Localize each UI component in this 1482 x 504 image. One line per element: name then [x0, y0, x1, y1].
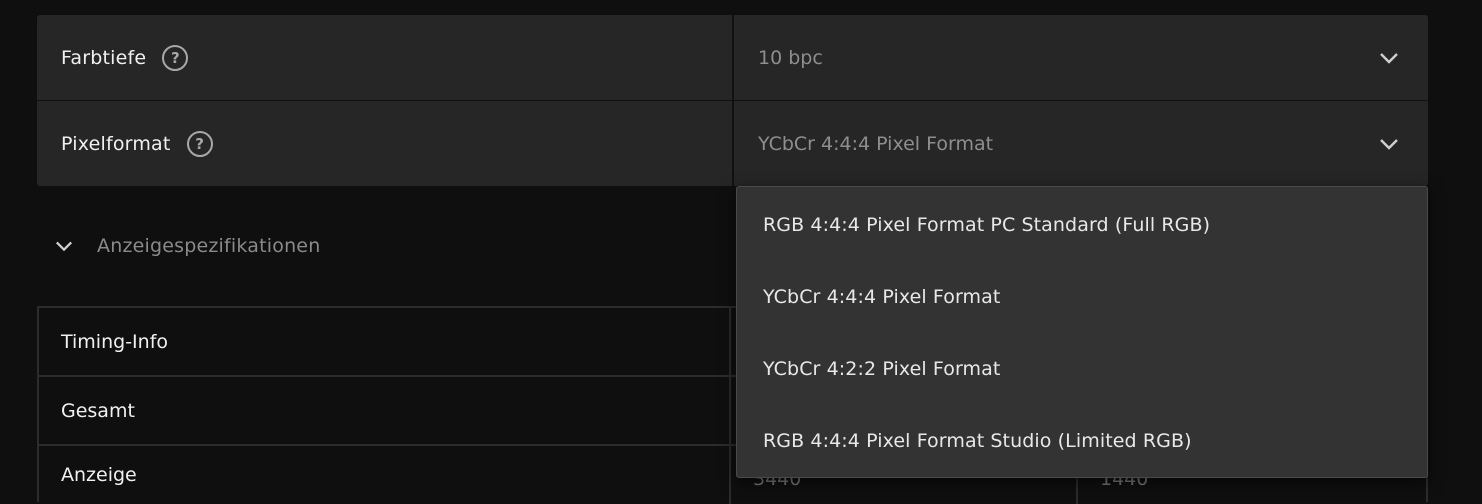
- chevron-down-icon: [55, 237, 73, 255]
- setting-label-cell: Farbtiefe ?: [37, 15, 734, 100]
- setting-row-pixel-format: Pixelformat ? YCbCr 4:4:4 Pixel Format: [37, 101, 1428, 186]
- dropdown-option-rgb-limited[interactable]: RGB 4:4:4 Pixel Format Studio (Limited R…: [737, 405, 1427, 477]
- display-settings-card: Farbtiefe ? 10 bpc Pixelformat ? YCbCr 4…: [37, 15, 1428, 186]
- pixel-format-dropdown-menu: RGB 4:4:4 Pixel Format PC Standard (Full…: [736, 186, 1428, 478]
- color-depth-select[interactable]: 10 bpc: [734, 15, 1428, 100]
- display-specs-label: Anzeigespezifikationen: [97, 235, 321, 257]
- setting-label-cell: Pixelformat ?: [37, 101, 734, 186]
- color-depth-value: 10 bpc: [758, 46, 823, 69]
- dropdown-option-ycbcr-422[interactable]: YCbCr 4:2:2 Pixel Format: [737, 333, 1427, 405]
- help-icon[interactable]: ?: [186, 130, 213, 157]
- pixel-format-select[interactable]: YCbCr 4:4:4 Pixel Format: [734, 101, 1428, 186]
- dropdown-option-ycbcr-444[interactable]: YCbCr 4:4:4 Pixel Format: [737, 261, 1427, 333]
- display-specs-toggle[interactable]: Anzeigespezifikationen: [55, 228, 320, 264]
- setting-row-color-depth: Farbtiefe ? 10 bpc: [37, 15, 1428, 100]
- table-cell-label: Anzeige: [39, 446, 731, 504]
- dropdown-option-rgb-full[interactable]: RGB 4:4:4 Pixel Format PC Standard (Full…: [737, 189, 1427, 261]
- color-depth-label: Farbtiefe: [61, 46, 147, 69]
- table-cell-label: Gesamt: [39, 377, 731, 444]
- table-cell-label: Timing-Info: [39, 308, 731, 375]
- pixel-format-value: YCbCr 4:4:4 Pixel Format: [758, 132, 994, 155]
- chevron-down-icon: [1380, 49, 1398, 67]
- help-icon[interactable]: ?: [162, 44, 189, 71]
- pixel-format-label: Pixelformat: [61, 132, 171, 155]
- chevron-down-icon: [1380, 135, 1398, 153]
